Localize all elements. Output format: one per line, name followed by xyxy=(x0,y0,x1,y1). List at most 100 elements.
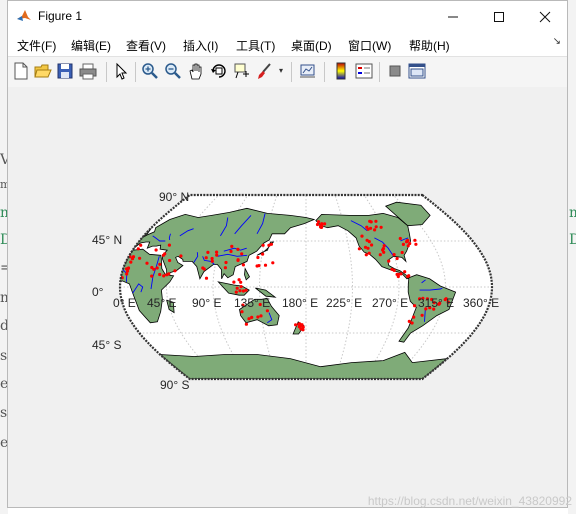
data-cursor-icon[interactable] xyxy=(233,62,251,80)
red-marker xyxy=(271,261,275,265)
print-icon[interactable] xyxy=(79,62,97,80)
colorbar-icon[interactable] xyxy=(332,62,350,80)
red-marker xyxy=(369,226,373,230)
red-marker xyxy=(158,272,162,277)
menu-dock-arrow-icon[interactable]: ↘ xyxy=(553,36,561,47)
red-marker xyxy=(204,276,209,280)
figure-canvas[interactable]: 90° N 45° N 0° 45° S 90° S 0° E 45° E 90… xyxy=(8,87,567,507)
red-marker xyxy=(150,274,154,278)
red-marker xyxy=(255,264,259,268)
close-icon xyxy=(539,11,551,22)
red-marker xyxy=(294,323,298,327)
menu-help[interactable]: 帮助(H) xyxy=(409,37,450,54)
zoom-out-icon[interactable] xyxy=(164,62,182,80)
red-marker xyxy=(320,222,324,226)
open-file-icon[interactable] xyxy=(34,62,52,80)
lon-label-270: 270° E xyxy=(372,296,408,310)
red-marker xyxy=(125,267,129,271)
red-marker xyxy=(238,289,242,293)
red-marker xyxy=(161,253,165,257)
link-plot-icon[interactable] xyxy=(299,62,317,80)
red-marker xyxy=(382,244,386,248)
red-marker xyxy=(103,271,106,274)
red-marker xyxy=(381,247,385,251)
lon-label-360: 360° E xyxy=(463,296,499,310)
red-marker xyxy=(406,274,410,279)
red-marker xyxy=(241,263,245,267)
red-marker xyxy=(100,255,103,258)
lon-label-315: 315° E xyxy=(418,296,454,310)
red-marker xyxy=(229,249,233,253)
red-marker xyxy=(215,253,219,257)
red-marker xyxy=(319,225,323,229)
red-marker xyxy=(387,259,391,263)
minimize-icon xyxy=(448,16,458,17)
red-marker xyxy=(263,263,268,267)
lat-label-90s: 90° S xyxy=(160,378,189,392)
red-marker xyxy=(395,256,399,261)
red-marker xyxy=(364,253,368,257)
red-marker xyxy=(168,258,172,263)
legend-icon[interactable] xyxy=(355,62,373,80)
red-marker xyxy=(201,266,205,270)
maximize-button[interactable] xyxy=(476,1,522,32)
red-marker xyxy=(247,317,251,321)
menu-edit[interactable]: 编辑(E) xyxy=(71,37,111,54)
hide-plot-tools-icon[interactable] xyxy=(386,62,404,80)
red-marker xyxy=(299,323,303,328)
zoom-in-icon[interactable] xyxy=(141,62,159,80)
save-icon[interactable] xyxy=(56,62,74,80)
menu-window[interactable]: 窗口(W) xyxy=(348,37,391,54)
lon-label-180: 180° E xyxy=(282,296,318,310)
menu-file[interactable]: 文件(F) xyxy=(17,37,56,54)
toolbar-separator xyxy=(291,62,292,82)
lat-label-0: 0° xyxy=(92,285,104,299)
red-marker xyxy=(259,314,263,318)
menu-insert[interactable]: 插入(I) xyxy=(183,37,218,54)
toolbar-separator xyxy=(106,62,107,82)
red-marker xyxy=(414,242,418,246)
red-marker xyxy=(373,228,377,232)
red-marker xyxy=(323,222,327,226)
red-marker xyxy=(365,225,369,229)
red-marker xyxy=(215,250,219,254)
lon-label-45: 45° E xyxy=(147,296,176,310)
minimize-button[interactable] xyxy=(430,1,476,32)
red-marker xyxy=(179,254,183,258)
red-marker xyxy=(392,268,396,272)
menu-desktop[interactable]: 桌面(D) xyxy=(291,37,332,54)
pointer-icon[interactable] xyxy=(112,62,130,80)
menu-view[interactable]: 查看(V) xyxy=(126,37,166,54)
brush-icon[interactable] xyxy=(256,62,274,80)
red-marker xyxy=(240,310,244,314)
brush-dropdown-icon[interactable]: ▾ xyxy=(279,66,283,75)
red-marker xyxy=(315,222,320,227)
figure-toolbar: ▾ xyxy=(8,56,567,88)
red-marker xyxy=(111,272,114,275)
red-marker xyxy=(267,243,271,247)
red-marker xyxy=(138,256,142,260)
red-marker xyxy=(167,243,171,247)
red-marker xyxy=(108,266,111,269)
red-marker xyxy=(223,266,227,270)
new-figure-icon[interactable] xyxy=(12,62,30,80)
red-marker xyxy=(167,272,171,276)
matlab-logo-icon xyxy=(16,8,32,24)
window-title: Figure 1 xyxy=(38,9,83,23)
red-marker xyxy=(240,252,244,256)
world-map-axes[interactable]: 90° N 45° N 0° 45° S 90° S 0° E 45° E 90… xyxy=(8,87,567,507)
rotate-3d-icon[interactable] xyxy=(210,62,228,80)
red-marker xyxy=(406,244,410,248)
close-button[interactable] xyxy=(522,1,568,32)
pan-icon[interactable] xyxy=(187,62,205,80)
red-marker xyxy=(406,238,410,243)
show-plot-tools-icon[interactable] xyxy=(408,62,426,80)
red-marker xyxy=(232,280,236,284)
red-marker xyxy=(407,319,411,323)
red-marker xyxy=(244,322,248,326)
menu-tools[interactable]: 工具(T) xyxy=(236,37,275,54)
red-marker xyxy=(237,278,241,282)
watermark: https://blog.csdn.net/weixin_43820992 xyxy=(367,494,572,508)
lon-label-0: 0° E xyxy=(113,296,136,310)
red-marker xyxy=(420,313,424,317)
